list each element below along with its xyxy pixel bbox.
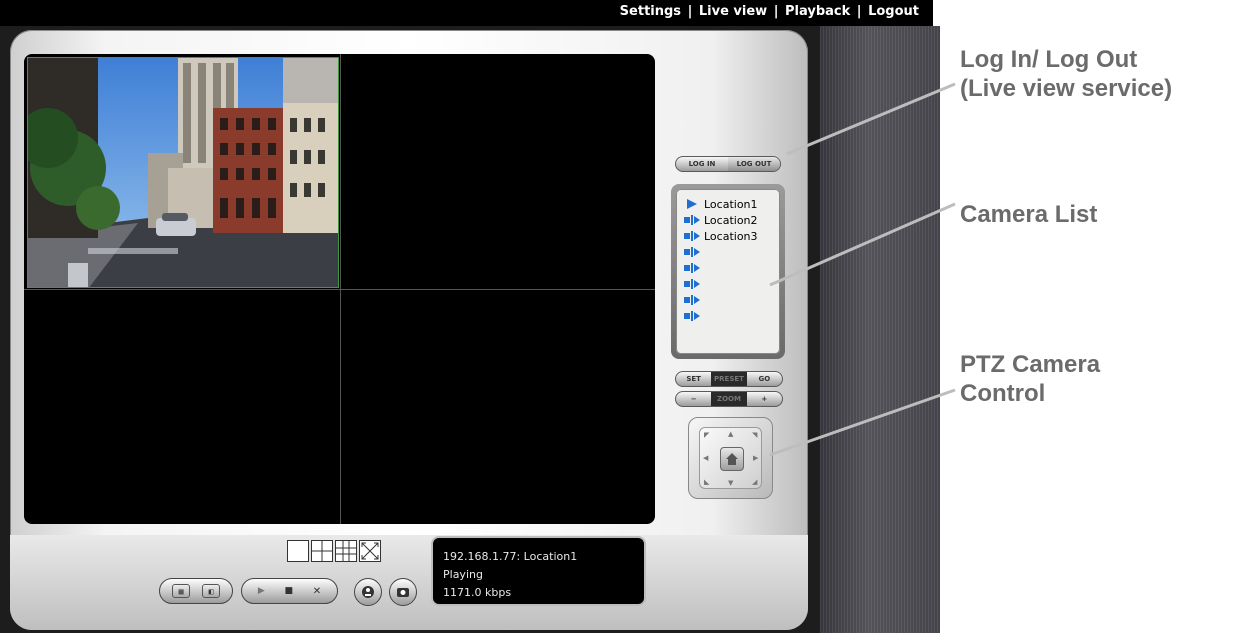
callout-camera-list: Camera List <box>960 201 1098 228</box>
callout-login-line1: Log In/ Log Out <box>960 46 1138 73</box>
callout-line-login <box>786 82 956 156</box>
callout-line-ptz <box>769 388 956 457</box>
callout-login-line2: (Live view service) <box>960 75 1173 102</box>
callout-ptz-line2: Control <box>960 380 1046 407</box>
callout-ptz: PTZ Camera Control <box>960 350 1100 408</box>
callout-ptz-line1: PTZ Camera <box>960 351 1101 378</box>
callout-login: Log In/ Log Out (Live view service) <box>960 45 1172 103</box>
callout-line-camera-list <box>769 202 956 287</box>
